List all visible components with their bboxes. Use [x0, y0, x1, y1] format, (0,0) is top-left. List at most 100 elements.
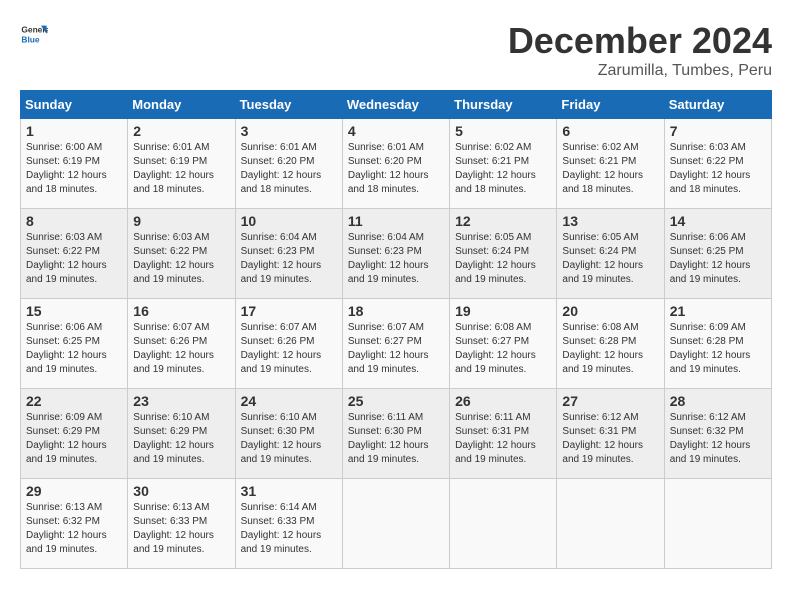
day-number: 13 [562, 213, 658, 229]
day-number: 17 [241, 303, 337, 319]
calendar-cell: 25 Sunrise: 6:11 AMSunset: 6:30 PMDayligh… [342, 389, 449, 479]
day-info: Sunrise: 6:04 AMSunset: 6:23 PMDaylight:… [241, 231, 337, 287]
day-info: Sunrise: 6:07 AMSunset: 6:27 PMDaylight:… [348, 321, 444, 377]
calendar-cell: 1 Sunrise: 6:00 AMSunset: 6:19 PMDaylight… [21, 119, 128, 209]
day-number: 15 [26, 303, 122, 319]
day-number: 6 [562, 123, 658, 139]
svg-text:Blue: Blue [21, 34, 39, 44]
day-info: Sunrise: 6:14 AMSunset: 6:33 PMDaylight:… [241, 501, 337, 557]
calendar-cell [342, 479, 449, 569]
day-info: Sunrise: 6:12 AMSunset: 6:32 PMDaylight:… [670, 411, 766, 467]
day-info: Sunrise: 6:13 AMSunset: 6:33 PMDaylight:… [133, 501, 229, 557]
day-info: Sunrise: 6:07 AMSunset: 6:26 PMDaylight:… [133, 321, 229, 377]
day-info: Sunrise: 6:08 AMSunset: 6:27 PMDaylight:… [455, 321, 551, 377]
logo: General Blue [20, 20, 48, 48]
day-info: Sunrise: 6:03 AMSunset: 6:22 PMDaylight:… [670, 141, 766, 197]
day-number: 8 [26, 213, 122, 229]
day-number: 20 [562, 303, 658, 319]
day-number: 21 [670, 303, 766, 319]
day-info: Sunrise: 6:04 AMSunset: 6:23 PMDaylight:… [348, 231, 444, 287]
calendar-cell: 15 Sunrise: 6:06 AMSunset: 6:25 PMDayligh… [21, 299, 128, 389]
day-info: Sunrise: 6:02 AMSunset: 6:21 PMDaylight:… [455, 141, 551, 197]
calendar-cell [664, 479, 771, 569]
day-info: Sunrise: 6:03 AMSunset: 6:22 PMDaylight:… [133, 231, 229, 287]
calendar-cell: 21 Sunrise: 6:09 AMSunset: 6:28 PMDayligh… [664, 299, 771, 389]
logo-icon: General Blue [20, 20, 48, 48]
calendar-week-4: 22 Sunrise: 6:09 AMSunset: 6:29 PMDayligh… [21, 389, 772, 479]
calendar-cell: 29Sunrise: 6:13 AMSunset: 6:32 PMDayligh… [21, 479, 128, 569]
calendar-cell: 24Sunrise: 6:10 AMSunset: 6:30 PMDayligh… [235, 389, 342, 479]
day-number: 30 [133, 483, 229, 499]
day-info: Sunrise: 6:05 AMSunset: 6:24 PMDaylight:… [562, 231, 658, 287]
day-info: Sunrise: 6:09 AMSunset: 6:28 PMDaylight:… [670, 321, 766, 377]
calendar-cell: 2Sunrise: 6:01 AMSunset: 6:19 PMDaylight… [128, 119, 235, 209]
calendar-cell: 23 Sunrise: 6:10 AMSunset: 6:29 PMDayligh… [128, 389, 235, 479]
day-number: 5 [455, 123, 551, 139]
day-number: 24 [241, 393, 337, 409]
day-number: 19 [455, 303, 551, 319]
day-info: Sunrise: 6:08 AMSunset: 6:28 PMDaylight:… [562, 321, 658, 377]
calendar-cell [450, 479, 557, 569]
day-number: 26 [455, 393, 551, 409]
day-info: Sunrise: 6:00 AMSunset: 6:19 PMDaylight:… [26, 141, 122, 197]
location-subtitle: Zarumilla, Tumbes, Peru [508, 62, 772, 80]
header-day-tuesday: Tuesday [235, 91, 342, 119]
day-number: 7 [670, 123, 766, 139]
calendar-cell: 12Sunrise: 6:05 AMSunset: 6:24 PMDayligh… [450, 209, 557, 299]
day-number: 25 [348, 393, 444, 409]
month-title: December 2024 [508, 20, 772, 62]
day-info: Sunrise: 6:09 AMSunset: 6:29 PMDaylight:… [26, 411, 122, 467]
day-number: 18 [348, 303, 444, 319]
day-number: 31 [241, 483, 337, 499]
day-info: Sunrise: 6:12 AMSunset: 6:31 PMDaylight:… [562, 411, 658, 467]
calendar-cell: 28Sunrise: 6:12 AMSunset: 6:32 PMDayligh… [664, 389, 771, 479]
day-number: 29 [26, 483, 122, 499]
day-number: 2 [133, 123, 229, 139]
day-number: 14 [670, 213, 766, 229]
header-day-monday: Monday [128, 91, 235, 119]
day-number: 11 [348, 213, 444, 229]
calendar-week-5: 29Sunrise: 6:13 AMSunset: 6:32 PMDayligh… [21, 479, 772, 569]
day-number: 1 [26, 123, 122, 139]
calendar-cell [557, 479, 664, 569]
calendar-cell: 27Sunrise: 6:12 AMSunset: 6:31 PMDayligh… [557, 389, 664, 479]
day-info: Sunrise: 6:01 AMSunset: 6:20 PMDaylight:… [241, 141, 337, 197]
calendar-cell: 10 Sunrise: 6:04 AMSunset: 6:23 PMDayligh… [235, 209, 342, 299]
day-number: 10 [241, 213, 337, 229]
calendar-cell: 3Sunrise: 6:01 AMSunset: 6:20 PMDaylight… [235, 119, 342, 209]
day-number: 16 [133, 303, 229, 319]
calendar-cell: 26 Sunrise: 6:11 AMSunset: 6:31 PMDayligh… [450, 389, 557, 479]
calendar-cell: 22 Sunrise: 6:09 AMSunset: 6:29 PMDayligh… [21, 389, 128, 479]
calendar-cell: 6Sunrise: 6:02 AMSunset: 6:21 PMDaylight… [557, 119, 664, 209]
calendar-cell: 17Sunrise: 6:07 AMSunset: 6:26 PMDayligh… [235, 299, 342, 389]
day-number: 12 [455, 213, 551, 229]
day-info: Sunrise: 6:11 AMSunset: 6:30 PMDaylight:… [348, 411, 444, 467]
day-info: Sunrise: 6:03 AMSunset: 6:22 PMDaylight:… [26, 231, 122, 287]
calendar-cell: 9 Sunrise: 6:03 AMSunset: 6:22 PMDaylight… [128, 209, 235, 299]
calendar-cell: 11 Sunrise: 6:04 AMSunset: 6:23 PMDayligh… [342, 209, 449, 299]
day-info: Sunrise: 6:06 AMSunset: 6:25 PMDaylight:… [670, 231, 766, 287]
header-day-wednesday: Wednesday [342, 91, 449, 119]
header-day-sunday: Sunday [21, 91, 128, 119]
calendar-cell: 20 Sunrise: 6:08 AMSunset: 6:28 PMDayligh… [557, 299, 664, 389]
header-day-thursday: Thursday [450, 91, 557, 119]
day-number: 23 [133, 393, 229, 409]
calendar-cell: 30 Sunrise: 6:13 AMSunset: 6:33 PMDayligh… [128, 479, 235, 569]
calendar-cell: 8 Sunrise: 6:03 AMSunset: 6:22 PMDaylight… [21, 209, 128, 299]
calendar-cell: 16 Sunrise: 6:07 AMSunset: 6:26 PMDayligh… [128, 299, 235, 389]
calendar-cell: 5 Sunrise: 6:02 AMSunset: 6:21 PMDaylight… [450, 119, 557, 209]
day-info: Sunrise: 6:10 AMSunset: 6:29 PMDaylight:… [133, 411, 229, 467]
header-day-saturday: Saturday [664, 91, 771, 119]
calendar-week-1: 1 Sunrise: 6:00 AMSunset: 6:19 PMDaylight… [21, 119, 772, 209]
day-number: 9 [133, 213, 229, 229]
day-info: Sunrise: 6:11 AMSunset: 6:31 PMDaylight:… [455, 411, 551, 467]
calendar-cell: 19 Sunrise: 6:08 AMSunset: 6:27 PMDayligh… [450, 299, 557, 389]
calendar-cell: 13 Sunrise: 6:05 AMSunset: 6:24 PMDayligh… [557, 209, 664, 299]
calendar-week-3: 15 Sunrise: 6:06 AMSunset: 6:25 PMDayligh… [21, 299, 772, 389]
calendar-cell: 14 Sunrise: 6:06 AMSunset: 6:25 PMDayligh… [664, 209, 771, 299]
calendar-cell: 4Sunrise: 6:01 AMSunset: 6:20 PMDaylight… [342, 119, 449, 209]
header-day-friday: Friday [557, 91, 664, 119]
day-number: 22 [26, 393, 122, 409]
day-info: Sunrise: 6:06 AMSunset: 6:25 PMDaylight:… [26, 321, 122, 377]
page-header: General Blue December 2024 Zarumilla, Tu… [20, 20, 772, 80]
